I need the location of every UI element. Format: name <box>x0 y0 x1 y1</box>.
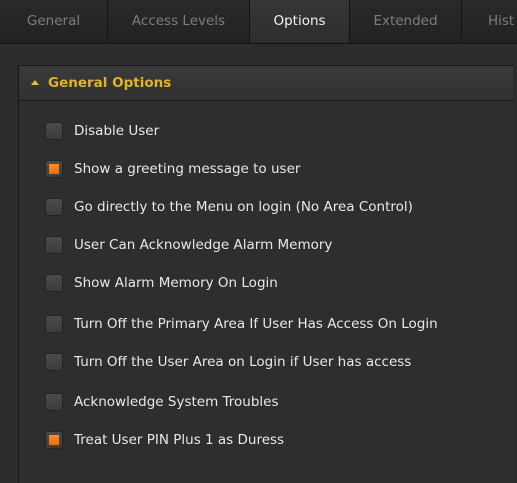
option-duress-pin[interactable]: Treat User PIN Plus 1 as Duress <box>45 429 510 451</box>
option-label: Acknowledge System Troubles <box>74 394 279 410</box>
tab-general[interactable]: General <box>0 0 108 43</box>
general-options-panel: General Options Disable User Show a gree… <box>18 65 513 483</box>
option-turn-off-user-area[interactable]: Turn Off the User Area on Login if User … <box>45 351 510 373</box>
checkbox[interactable] <box>45 353 63 371</box>
checkbox[interactable] <box>45 160 63 178</box>
option-acknowledge-alarm-memory[interactable]: User Can Acknowledge Alarm Memory <box>45 234 510 256</box>
general-options-header[interactable]: General Options <box>19 66 513 101</box>
tab-access-levels[interactable]: Access Levels <box>108 0 250 43</box>
option-label: Show Alarm Memory On Login <box>74 275 278 291</box>
tab-options[interactable]: Options <box>250 0 350 43</box>
checkbox[interactable] <box>45 315 63 333</box>
option-turn-off-primary-area[interactable]: Turn Off the Primary Area If User Has Ac… <box>45 313 510 335</box>
tab-extended[interactable]: Extended <box>350 0 462 43</box>
option-acknowledge-system-troubles[interactable]: Acknowledge System Troubles <box>45 391 510 413</box>
collapse-caret-icon[interactable] <box>31 80 39 85</box>
option-show-alarm-memory[interactable]: Show Alarm Memory On Login <box>45 272 510 294</box>
options-content: General Options Disable User Show a gree… <box>0 44 517 483</box>
panel-title: General Options <box>48 75 172 91</box>
option-disable-user[interactable]: Disable User <box>45 120 510 142</box>
checkbox[interactable] <box>45 431 63 449</box>
check-mark-icon <box>49 164 59 174</box>
check-mark-icon <box>49 435 59 445</box>
option-label: User Can Acknowledge Alarm Memory <box>74 237 333 253</box>
checkbox[interactable] <box>45 198 63 216</box>
tab-history[interactable]: Hist <box>462 0 517 43</box>
option-label: Show a greeting message to user <box>74 161 301 177</box>
option-label: Disable User <box>74 123 160 139</box>
checkbox[interactable] <box>45 122 63 140</box>
option-label: Go directly to the Menu on login (No Are… <box>74 199 413 215</box>
option-label: Turn Off the Primary Area If User Has Ac… <box>74 316 438 332</box>
option-go-to-menu[interactable]: Go directly to the Menu on login (No Are… <box>45 196 510 218</box>
checkbox[interactable] <box>45 274 63 292</box>
option-label: Treat User PIN Plus 1 as Duress <box>74 432 285 448</box>
tab-bar: General Access Levels Options Extended H… <box>0 0 517 44</box>
checkbox[interactable] <box>45 393 63 411</box>
option-label: Turn Off the User Area on Login if User … <box>74 354 412 370</box>
checkbox[interactable] <box>45 236 63 254</box>
option-show-greeting[interactable]: Show a greeting message to user <box>45 158 510 180</box>
